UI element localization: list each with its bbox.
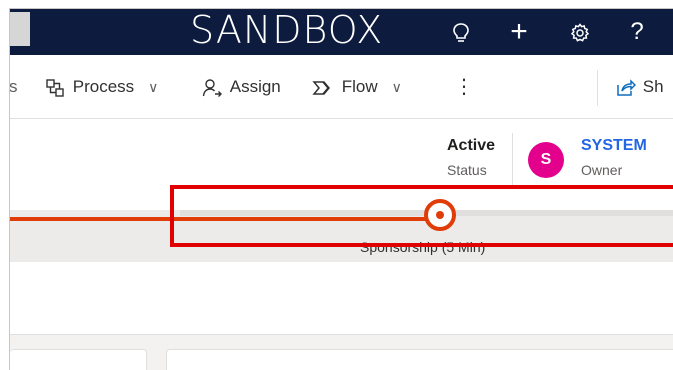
status-label: Status [447, 162, 487, 178]
truncated-command-label[interactable]: s [10, 55, 18, 119]
command-separator [597, 70, 598, 106]
status-value: Active [447, 137, 496, 154]
assign-button[interactable]: Assign [202, 55, 281, 119]
plus-icon[interactable]: + [504, 9, 534, 55]
chevron-down-icon: ∨ [391, 79, 402, 95]
flow-button[interactable]: Flow ∨ [312, 55, 402, 119]
share-button[interactable]: Sh [616, 55, 664, 119]
chevron-down-icon: ∨ [148, 79, 159, 95]
process-button[interactable]: Process ∨ [45, 55, 158, 119]
assign-label: Assign [229, 77, 281, 96]
environment-label: SANDBOX [190, 8, 384, 52]
process-label: Process [72, 77, 135, 96]
form-card-left [10, 349, 147, 370]
command-bar: s Process ∨ Assign Flow ∨ ⋮ Sh [10, 55, 673, 119]
annotation-highlight-box [170, 185, 673, 247]
lightbulb-icon[interactable] [446, 9, 476, 55]
owner-link[interactable]: SYSTEM [581, 137, 647, 155]
share-icon [617, 78, 637, 96]
global-search-box[interactable] [10, 12, 30, 46]
flow-label: Flow [341, 77, 378, 96]
owner-avatar[interactable]: S [528, 142, 564, 178]
owner-label: Owner [581, 162, 623, 178]
share-label: Sh [642, 77, 664, 96]
help-icon[interactable]: ? [622, 9, 652, 55]
process-icon [46, 78, 64, 97]
app-frame: SANDBOX + ? s Process ∨ Assign Flow ∨ ⋮ … [9, 8, 673, 370]
more-commands-icon[interactable]: ⋮ [454, 55, 474, 119]
settings-icon[interactable] [565, 9, 595, 55]
form-card-right [166, 349, 673, 370]
flow-icon [312, 80, 330, 95]
header-divider [512, 133, 513, 185]
top-navigation-bar: SANDBOX + ? [10, 9, 673, 55]
assign-icon [202, 78, 222, 97]
